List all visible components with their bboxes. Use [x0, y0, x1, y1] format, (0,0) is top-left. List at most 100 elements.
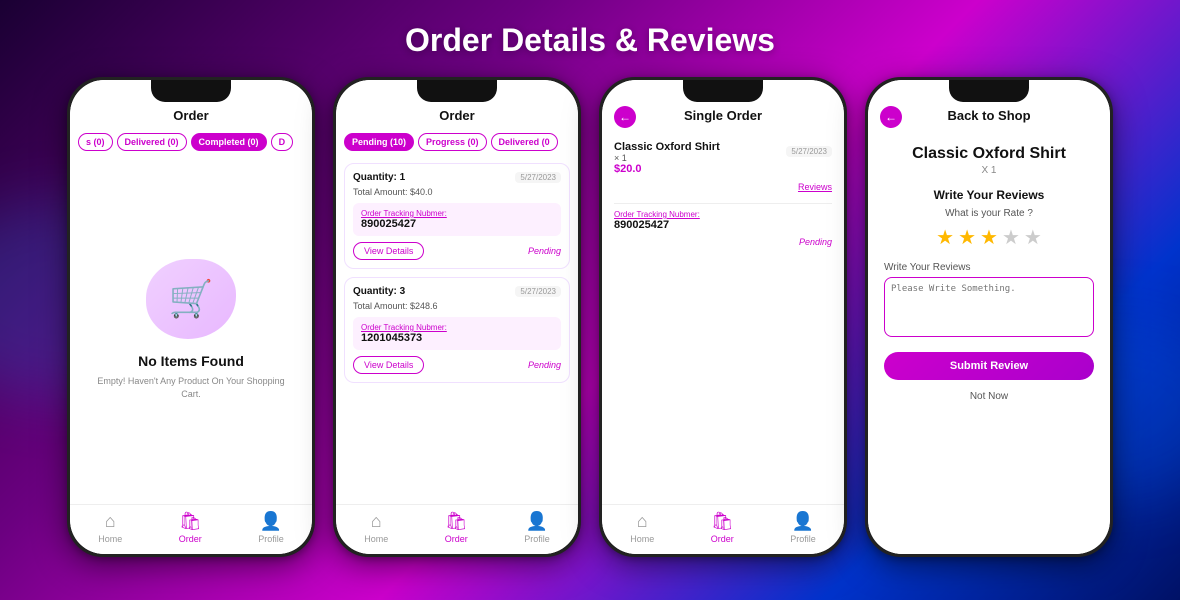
phone-1: Order s (0) Delivered (0) Completed (0) …	[67, 77, 315, 557]
order-1-qty: Quantity: 1	[353, 172, 405, 183]
phone-1-tabs[interactable]: s (0) Delivered (0) Completed (0) D	[70, 129, 312, 155]
home-icon-2: ⌂	[371, 511, 382, 532]
star-5[interactable]: ★	[1024, 225, 1042, 250]
star-1[interactable]: ★	[936, 225, 954, 250]
profile-icon: 👤	[260, 511, 282, 532]
home-icon-3: ⌂	[637, 511, 648, 532]
order-1-status: Pending	[528, 246, 561, 256]
phone-1-screen: Order s (0) Delivered (0) Completed (0) …	[70, 80, 312, 554]
nav-order-3[interactable]: 🛍 Order	[711, 511, 734, 544]
order-1-date: 5/27/2023	[515, 172, 561, 183]
nav-home-2[interactable]: ⌂ Home	[364, 511, 388, 544]
order-card-1: Quantity: 1 5/27/2023 Total Amount: $40.…	[344, 163, 570, 269]
back-button-4[interactable]: ←	[880, 106, 902, 128]
view-details-btn-1[interactable]: View Details	[353, 242, 424, 260]
nav-profile-3[interactable]: 👤 Profile	[790, 511, 816, 544]
star-3[interactable]: ★	[980, 225, 998, 250]
tab-pill-3[interactable]: Completed (0)	[191, 133, 267, 151]
phone-3-screen: ← Single Order Classic Oxford Shirt × 1 …	[602, 80, 844, 554]
bag-icon-2: 🛍	[445, 511, 468, 532]
back-button-3[interactable]: ←	[614, 106, 636, 128]
tab-pill-4[interactable]: D	[271, 133, 294, 151]
nav-home-3[interactable]: ⌂ Home	[630, 511, 654, 544]
star-4[interactable]: ★	[1002, 225, 1020, 250]
phone-2-notch	[417, 80, 497, 102]
view-details-btn-2[interactable]: View Details	[353, 356, 424, 374]
phone-1-bottom-nav: ⌂ Home 🛍 Order 👤 Profile	[70, 504, 312, 554]
phone-4-screen: ← Back to Shop Classic Oxford Shirt X 1 …	[868, 80, 1110, 554]
single-order-header: Classic Oxford Shirt × 1 $20.0 5/27/2023…	[614, 141, 832, 195]
nav-order-1[interactable]: 🛍 Order	[179, 511, 202, 544]
tracking-section-3: Order Tracking Nubmer: 890025427	[614, 210, 832, 231]
rate-label: What is your Rate ?	[884, 208, 1094, 219]
phone-2-screen: Order Pending (10) Progress (0) Delivere…	[336, 80, 578, 554]
review-label: Write Your Reviews	[884, 262, 1094, 273]
stars-row: ★ ★ ★ ★ ★	[884, 225, 1094, 250]
order-2-tracking-num: 1201045373	[361, 332, 553, 344]
not-now-button[interactable]: Not Now	[884, 391, 1094, 402]
review-textarea[interactable]	[884, 277, 1094, 337]
divider-3	[614, 203, 832, 204]
nav-profile-1[interactable]: 👤 Profile	[258, 511, 284, 544]
order-2-amount: Total Amount: $248.6	[353, 301, 561, 311]
order-2-qty: Quantity: 3	[353, 286, 405, 297]
order-card-2: Quantity: 3 5/27/2023 Total Amount: $248…	[344, 277, 570, 383]
product-price-3: $20.0	[614, 163, 720, 175]
phone-4: ← Back to Shop Classic Oxford Shirt X 1 …	[865, 77, 1113, 557]
tab-pill-1[interactable]: s (0)	[78, 133, 113, 151]
cart-blob: 🛒	[146, 259, 236, 339]
tab-progress[interactable]: Progress (0)	[418, 133, 487, 151]
product-qty-3: × 1	[614, 153, 720, 163]
page-title: Order Details & Reviews	[405, 22, 775, 59]
order-2-date: 5/27/2023	[515, 286, 561, 297]
phone-4-notch	[949, 80, 1029, 102]
nav-home-1[interactable]: ⌂ Home	[98, 511, 122, 544]
review-product-name: Classic Oxford Shirt	[884, 145, 1094, 163]
phones-container: Order s (0) Delivered (0) Completed (0) …	[67, 77, 1113, 557]
order-1-tracking-box: Order Tracking Nubmer: 890025427	[353, 203, 561, 236]
empty-cart-section: 🛒 No Items Found Empty! Haven't Any Prod…	[78, 163, 304, 496]
cart-icon: 🛒	[169, 278, 214, 320]
phone-3: ← Single Order Classic Oxford Shirt × 1 …	[599, 77, 847, 557]
phone-3-bottom-nav: ⌂ Home 🛍 Order 👤 Profile	[602, 504, 844, 554]
phone-2-content: Quantity: 1 5/27/2023 Total Amount: $40.…	[336, 155, 578, 504]
nav-order-2[interactable]: 🛍 Order	[445, 511, 468, 544]
product-name-3: Classic Oxford Shirt	[614, 141, 720, 153]
tracking-label-3: Order Tracking Nubmer:	[614, 210, 832, 219]
profile-icon-2: 👤	[526, 511, 548, 532]
phone-2-tabs[interactable]: Pending (10) Progress (0) Delivered (0	[336, 129, 578, 155]
order-card-1-header: Quantity: 1 5/27/2023	[353, 172, 561, 183]
star-2[interactable]: ★	[958, 225, 976, 250]
empty-desc: Empty! Haven't Any Product On Your Shopp…	[88, 375, 294, 400]
review-product-qty: X 1	[884, 165, 1094, 176]
order-card-2-header: Quantity: 3 5/27/2023	[353, 286, 561, 297]
order-2-tracking-label: Order Tracking Nubmer:	[361, 323, 553, 332]
review-section-title: Write Your Reviews	[884, 188, 1094, 202]
phone-2: Order Pending (10) Progress (0) Delivere…	[333, 77, 581, 557]
order-2-footer: View Details Pending	[353, 356, 561, 374]
tracking-num-3: 890025427	[614, 219, 832, 231]
nav-profile-2[interactable]: 👤 Profile	[524, 511, 550, 544]
phone-1-notch	[151, 80, 231, 102]
order-date-3: 5/27/2023	[786, 146, 832, 157]
order-1-amount: Total Amount: $40.0	[353, 187, 561, 197]
review-section: Classic Oxford Shirt X 1 Write Your Revi…	[876, 137, 1102, 412]
phone-2-bottom-nav: ⌂ Home 🛍 Order 👤 Profile	[336, 504, 578, 554]
single-order-section: Classic Oxford Shirt × 1 $20.0 5/27/2023…	[610, 137, 836, 251]
tab-pending[interactable]: Pending (10)	[344, 133, 414, 151]
order-1-tracking-num: 890025427	[361, 218, 553, 230]
order-1-tracking-label: Order Tracking Nubmer:	[361, 209, 553, 218]
product-info: Classic Oxford Shirt × 1 $20.0	[614, 141, 720, 175]
phone-3-notch	[683, 80, 763, 102]
home-icon: ⌂	[105, 511, 116, 532]
bag-icon: 🛍	[179, 511, 202, 532]
order-meta-3: 5/27/2023 Reviews	[786, 141, 832, 195]
reviews-link[interactable]: Reviews	[798, 182, 832, 192]
phone-1-content: 🛒 No Items Found Empty! Haven't Any Prod…	[70, 155, 312, 504]
tab-pill-2[interactable]: Delivered (0)	[117, 133, 187, 151]
order-1-footer: View Details Pending	[353, 242, 561, 260]
empty-title: No Items Found	[138, 353, 244, 369]
status-3: Pending	[614, 237, 832, 247]
submit-review-button[interactable]: Submit Review	[884, 352, 1094, 380]
tab-delivered[interactable]: Delivered (0	[491, 133, 558, 151]
